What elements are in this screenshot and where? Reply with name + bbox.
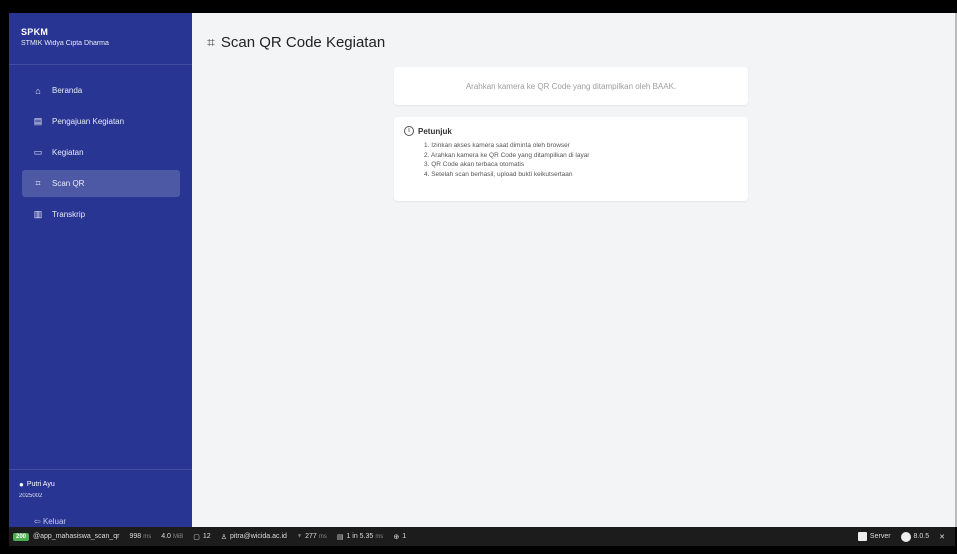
list-item: 4. Setelah scan berhasil, upload bukti k… (424, 170, 573, 178)
instructions-list: 1. Izinkan akses kamera saat diminta ole… (404, 141, 738, 179)
brand-subtitle: STMIK Widya Cipta Dharma (21, 40, 109, 47)
sidebar-item-label: Beranda (52, 86, 83, 95)
sidebar-item-kegiatan[interactable]: ▭ Kegiatan (22, 139, 188, 166)
instructions-card: i Petunjuk 1. Izinkan akses kamera saat … (394, 117, 748, 201)
memory-value: 4.0 (161, 533, 171, 540)
user-id: 2025002 (19, 493, 43, 499)
file-icon: ▢ (193, 533, 200, 541)
user-icon: ● (19, 480, 24, 489)
user-panel: ● Putri Ayu 2025002 (9, 469, 192, 499)
user-email: pitra@wicida.ac.id (229, 533, 287, 540)
transcript-icon: ▥ (33, 209, 43, 219)
twig-unit: ms (318, 533, 327, 540)
toolbar-user[interactable]: ♙ pitra@wicida.ac.id (221, 533, 287, 541)
time-value: 998 (129, 533, 142, 540)
sidebar-item-label: Transkrip (52, 210, 86, 219)
toolbar-memory[interactable]: 4.0 MiB (161, 533, 183, 540)
sidebar-item-label: Pengajuan Kegiatan (52, 117, 125, 126)
twig-icon: ♆ (296, 533, 303, 540)
logout-label: Keluar (42, 517, 67, 526)
db-value: 1 in 5.35 (346, 533, 374, 540)
toolbar-right: Server 8.0.5 ✕ (857, 531, 955, 542)
brand-title: SPKM (21, 27, 49, 37)
logout-button[interactable]: ⇦ Keluar (34, 517, 66, 526)
sidebar-item-label: Scan QR (52, 179, 85, 188)
main-content: ⌗ Scan QR Code Kegiatan Arahkan kamera k… (192, 13, 955, 527)
toolbar-twig[interactable]: ♆ 277 ms (297, 533, 327, 540)
instructions-heading: i Petunjuk (404, 126, 738, 136)
info-icon: i (404, 126, 414, 136)
symfony-icon (900, 531, 911, 542)
route-name: app_mahasiswa_scan_qr (40, 533, 120, 540)
toolbar-db[interactable]: ▤ 1 in 5.35 ms (337, 533, 383, 541)
brand: SPKM STMIK Widya Cipta Dharma (9, 13, 192, 65)
memory-unit: MiB (172, 533, 184, 540)
close-icon: ✕ (939, 533, 945, 541)
person-icon: ♙ (220, 533, 227, 541)
toolbar-close-button[interactable]: ✕ (939, 533, 945, 541)
user-name-row: ● Putri Ayu (19, 480, 182, 489)
server-icon (857, 532, 867, 541)
status-badge: 200 (13, 532, 30, 541)
app-window: SPKM STMIK Widya Cipta Dharma ⌂ Beranda … (9, 13, 955, 527)
user-name: Putri Ayu (26, 481, 55, 488)
database-icon: ▤ (336, 533, 344, 541)
cache-icon: ⊕ (393, 533, 400, 541)
files-count: 12 (202, 533, 211, 540)
page-title: ⌗ Scan QR Code Kegiatan (207, 34, 385, 51)
toolbar-server[interactable]: Server (857, 532, 891, 541)
debug-toolbar: 200 @ app_mahasiswa_scan_qr 998 ms 4.0 M… (9, 527, 955, 546)
sidebar-item-beranda[interactable]: ⌂ Beranda (22, 77, 188, 104)
sidebar: SPKM STMIK Widya Cipta Dharma ⌂ Beranda … (9, 13, 192, 527)
camera-hint: Arahkan kamera ke QR Code yang ditampilk… (465, 81, 677, 91)
route-icon: @ (33, 533, 41, 540)
document-icon: ▤ (33, 116, 43, 126)
list-item: 1. Izinkan akses kamera saat diminta ole… (424, 142, 570, 149)
home-icon: ⌂ (35, 85, 41, 96)
sidebar-item-pengajuan-kegiatan[interactable]: ▤ Pengajuan Kegiatan (22, 108, 188, 135)
qr-icon: ⌗ (207, 34, 215, 50)
list-item: 2. Arahkan kamera ke QR Code yang ditamp… (424, 151, 590, 159)
cache-value: 1 (402, 533, 407, 540)
camera-card[interactable]: Arahkan kamera ke QR Code yang ditampilk… (394, 67, 748, 105)
server-label: Server (869, 533, 891, 540)
sidebar-nav: ⌂ Beranda ▤ Pengajuan Kegiatan ▭ Kegiata… (9, 65, 192, 228)
version-value: 8.0.5 (913, 533, 930, 540)
toolbar-request[interactable]: 200 @ app_mahasiswa_scan_qr (9, 532, 120, 541)
list-item: 3. QR Code akan terbaca otomatis (424, 161, 525, 169)
toolbar-files[interactable]: ▢ 12 (193, 533, 210, 541)
sidebar-item-scan-qr[interactable]: ⌗ Scan QR (22, 170, 180, 197)
instructions-title: Petunjuk (418, 126, 452, 136)
time-unit: ms (143, 533, 152, 540)
sidebar-item-transkrip[interactable]: ▥ Transkrip (22, 201, 188, 228)
toolbar-time[interactable]: 998 ms (130, 533, 152, 540)
twig-value: 277 (305, 533, 317, 540)
calendar-icon: ▭ (33, 147, 43, 157)
logout-icon: ⇦ (34, 517, 41, 526)
sidebar-item-label: Kegiatan (52, 148, 84, 157)
toolbar-cache[interactable]: ⊕ 1 (393, 533, 406, 541)
toolbar-version[interactable]: 8.0.5 (900, 531, 930, 542)
db-unit: ms (375, 533, 384, 540)
page-title-text: Scan QR Code Kegiatan (220, 34, 386, 51)
qr-icon: ⌗ (35, 178, 41, 188)
